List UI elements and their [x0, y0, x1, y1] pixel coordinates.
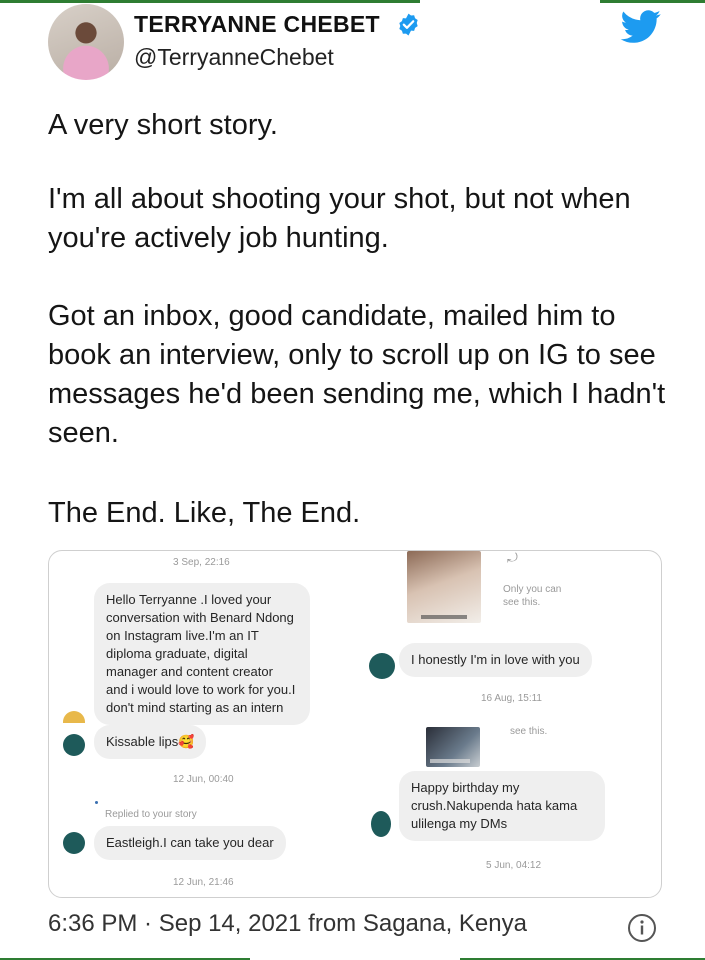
message-bubble: Kissable lips🥰	[94, 725, 207, 759]
message-bubble: I honestly I'm in love with you	[399, 643, 592, 677]
author-handle[interactable]: @TerryanneChebet	[134, 44, 334, 71]
top-border	[0, 0, 705, 3]
tweet-paragraph: I'm all about shooting your shot, but no…	[48, 183, 631, 254]
timestamp: 16 Aug, 15:11	[481, 693, 542, 704]
visibility-note: Only you can see this.	[503, 584, 562, 608]
message-bubble: Happy birthday my crush.Nakupenda hata k…	[399, 771, 605, 841]
avatar	[63, 832, 85, 854]
visibility-note: see this.	[510, 726, 548, 737]
reply-arrow-icon: ⤾	[507, 550, 518, 565]
message-bubble: Hello Terryanne .I loved your conversati…	[94, 583, 310, 725]
timestamp: 5 Jun, 04:12	[486, 860, 542, 871]
story-photo[interactable]	[407, 551, 481, 623]
tweet-paragraph: The End. Like, The End.	[48, 497, 361, 529]
tweet-paragraph: A very short story.	[48, 109, 278, 141]
timestamp: 12 Jun, 00:40	[173, 774, 234, 785]
tweet-metadata: 6:36 PM · Sep 14, 2021 from Sagana, Keny…	[48, 910, 527, 937]
story-photo[interactable]	[426, 727, 480, 767]
info-icon[interactable]	[627, 913, 657, 943]
avatar	[371, 811, 391, 837]
avatar[interactable]	[48, 4, 124, 80]
reply-label: Replied to your story	[105, 809, 197, 820]
attached-screenshot[interactable]: 3 Sep, 22:16 Hello Terryanne .I loved yo…	[48, 550, 662, 898]
tweet-paragraph: Got an inbox, good candidate, mailed him…	[48, 300, 666, 449]
twitter-bird-icon[interactable]	[620, 10, 662, 44]
timestamp: 3 Sep, 22:16	[173, 557, 230, 568]
avatar	[63, 734, 85, 756]
author-name[interactable]: TERRYANNE CHEBET	[134, 11, 380, 38]
unread-dot	[95, 801, 98, 804]
avatar	[369, 653, 395, 679]
timestamp: 12 Jun, 21:46	[173, 877, 234, 888]
avatar	[63, 711, 85, 723]
verified-badge-icon	[399, 13, 418, 36]
message-bubble: Eastleigh.I can take you dear	[94, 826, 286, 860]
